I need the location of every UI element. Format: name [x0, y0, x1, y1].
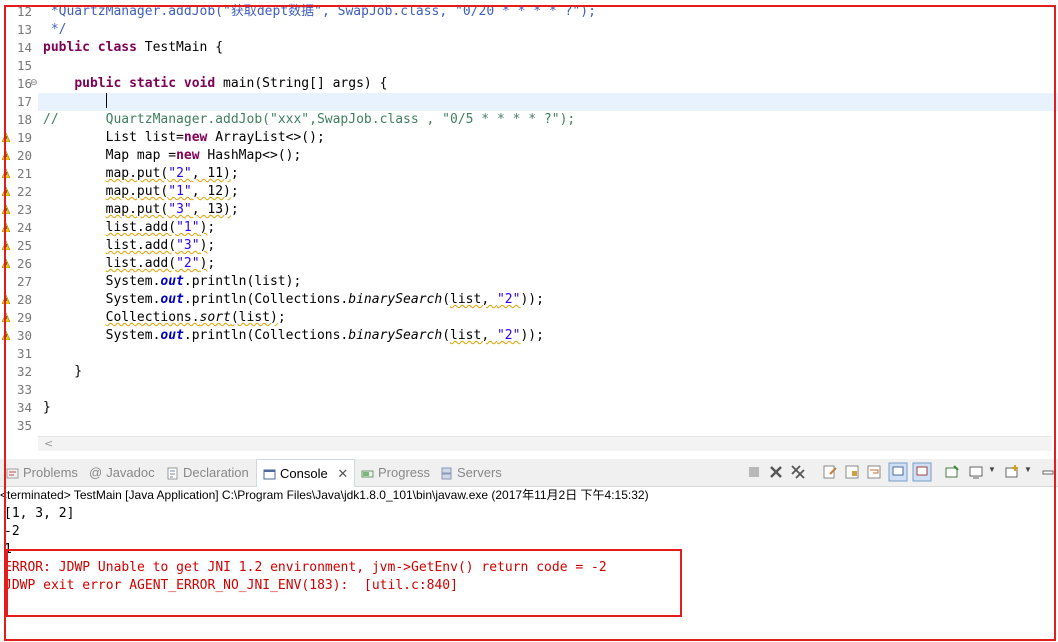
show-console-on-error-icon[interactable]: [912, 462, 932, 482]
line-number: 15: [16, 58, 32, 73]
code-line: System.out.println(Collections.binarySea…: [43, 292, 544, 307]
remove-launch-icon[interactable]: [768, 464, 784, 480]
line-number: 23: [16, 202, 32, 217]
line-number: 25: [16, 238, 32, 253]
code-line: System.out.println(Collections.binarySea…: [43, 328, 544, 343]
code-line: map.put("2", 11);: [105, 166, 239, 181]
code-editor[interactable]: 12 *QuartzManager.addJob("获取dept数据", Swa…: [0, 0, 1058, 451]
show-console-on-output-icon[interactable]: [888, 462, 908, 482]
pin-console-icon[interactable]: [944, 464, 960, 480]
problems-icon: [6, 468, 19, 479]
chevron-down-icon[interactable]: ▼: [1024, 465, 1032, 474]
line-number: 32: [16, 364, 32, 379]
warning-icon[interactable]: [2, 295, 10, 304]
line-number: 12: [16, 4, 32, 19]
word-wrap-icon[interactable]: [866, 464, 882, 480]
code-line: map.put("1", 12);: [105, 184, 239, 199]
terminate-icon[interactable]: [746, 464, 762, 480]
code-line: list.add("3");: [105, 238, 216, 253]
line-number: 34: [16, 400, 32, 415]
warning-icon[interactable]: [2, 223, 10, 232]
line-number: 14: [16, 40, 32, 55]
tab-declaration[interactable]: Declaration: [166, 459, 249, 486]
code-line: // QuartzManager.addJob("xxx",SwapJob.cl…: [43, 112, 576, 127]
warning-icon[interactable]: [2, 205, 10, 214]
chevron-down-icon[interactable]: ▼: [988, 465, 996, 474]
console-error-line: JDWP exit error AGENT_ERROR_NO_JNI_ENV(1…: [4, 578, 458, 593]
current-line-highlight: [38, 93, 1058, 111]
code-line: list.add("1");: [105, 220, 216, 235]
code-line: Collections.sort(list);: [105, 310, 286, 325]
console-output-line: [1, 3, 2]: [4, 506, 75, 521]
scroll-left-icon[interactable]: <: [44, 437, 53, 450]
declaration-icon: [167, 467, 178, 480]
line-number: 13: [16, 22, 32, 37]
console-output[interactable]: [1, 3, 2] -2 1 ERROR: JDWP Unable to get…: [0, 504, 1058, 642]
code-line: System.out.println(list);: [43, 274, 302, 289]
code-line: *QuartzManager.addJob("获取dept数据", SwapJo…: [43, 4, 596, 19]
line-number: 28: [16, 292, 32, 307]
warning-icon[interactable]: [2, 151, 10, 160]
progress-icon: [361, 470, 374, 478]
warning-icon[interactable]: [2, 313, 10, 322]
warning-icon[interactable]: [2, 259, 10, 268]
line-number: 24: [16, 220, 32, 235]
code-line: }: [43, 364, 83, 379]
line-number: 22: [16, 184, 32, 199]
tab-javadoc[interactable]: @ Javadoc: [89, 459, 155, 486]
clear-console-icon[interactable]: [822, 464, 838, 480]
line-number: 30: [16, 328, 32, 343]
console-icon: [263, 469, 276, 480]
tab-console[interactable]: Console ✕: [256, 459, 356, 487]
servers-icon: [441, 467, 452, 480]
code-line: }: [43, 400, 51, 415]
line-number: 27: [16, 274, 32, 289]
display-console-icon[interactable]: [968, 464, 984, 480]
minimize-icon[interactable]: [1040, 464, 1056, 480]
line-number: 16: [16, 76, 32, 91]
scroll-lock-icon[interactable]: [844, 464, 860, 480]
text-cursor: [106, 93, 107, 108]
tab-problems[interactable]: Problems: [6, 459, 78, 486]
line-number: 35: [16, 418, 32, 433]
warning-icon[interactable]: [2, 187, 10, 196]
close-icon[interactable]: ✕: [337, 466, 348, 481]
tab-servers[interactable]: Servers: [440, 459, 502, 486]
warning-icon[interactable]: [2, 241, 10, 250]
code-line: list.add("2");: [105, 256, 216, 271]
line-number: 29: [16, 310, 32, 325]
line-number: 20: [16, 148, 32, 163]
code-line: public class TestMain {: [43, 40, 224, 55]
line-number: 19: [16, 130, 32, 145]
code-line: List list=new ArrayList<>();: [43, 130, 325, 145]
code-line: public static void main(String[] args) {: [74, 76, 388, 91]
line-number: 31: [16, 346, 32, 361]
tab-progress[interactable]: Progress: [361, 459, 430, 486]
line-number: 21: [16, 166, 32, 181]
console-output-line: -2: [4, 524, 20, 539]
code-line: map.put("3", 13);: [105, 202, 239, 217]
warning-icon[interactable]: [2, 169, 10, 178]
fold-toggle-icon[interactable]: ⊖: [30, 78, 38, 88]
line-number: 33: [16, 382, 32, 397]
open-console-icon[interactable]: [1004, 464, 1020, 480]
horizontal-scrollbar[interactable]: <: [38, 436, 1052, 451]
console-error-line: ERROR: JDWP Unable to get JNI 1.2 enviro…: [4, 560, 607, 575]
warning-icon[interactable]: [2, 331, 10, 340]
warning-icon[interactable]: [2, 133, 10, 142]
console-status-line: <terminated> TestMain [Java Application]…: [0, 488, 649, 502]
at-icon: @: [89, 465, 103, 480]
line-number: 17: [16, 94, 32, 109]
console-output-line: 1: [4, 542, 12, 557]
line-number: 18: [16, 112, 32, 127]
code-line: Map map =new HashMap<>();: [43, 148, 302, 163]
remove-all-launches-icon[interactable]: [790, 464, 806, 480]
bottom-panel-tabbar: Problems @ Javadoc Declaration Console ✕ …: [0, 459, 1058, 487]
code-line: */: [43, 22, 67, 37]
line-number: 26: [16, 256, 32, 271]
